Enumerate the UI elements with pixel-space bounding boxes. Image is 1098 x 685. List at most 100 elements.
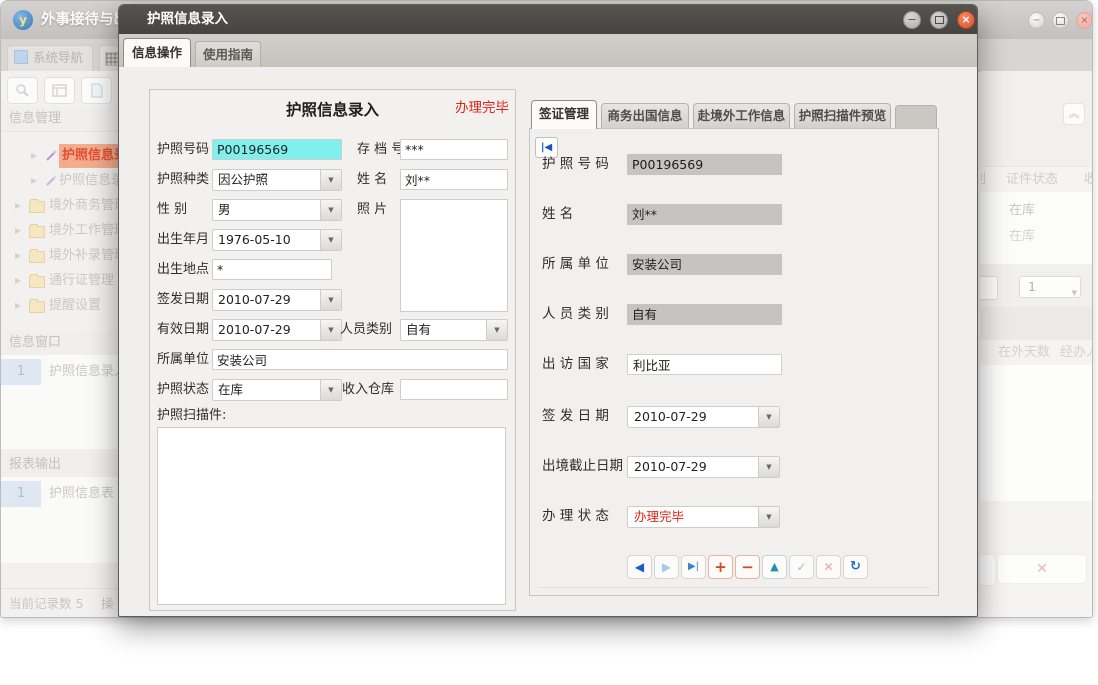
valid-date-value: 2010-07-29 [218,320,291,340]
prev-record-button[interactable]: ◀ [627,555,652,579]
tab-info-operation[interactable]: 信息操作 [123,38,191,68]
last-record-button[interactable]: ▶| [681,555,706,579]
expand-arrow-icon[interactable]: ▶ [15,269,21,293]
passport-status-select[interactable]: 在库 ▼ [212,379,342,401]
edit-wand-icon [45,150,57,162]
edit-record-button[interactable]: ▲ [762,555,787,579]
passport-no-input[interactable] [212,139,342,160]
tab-user-guide[interactable]: 使用指南 [195,41,261,68]
maximize-button[interactable] [930,11,948,29]
chevron-down-icon[interactable]: ▼ [758,507,779,527]
clear-button[interactable]: ✕ [997,554,1087,584]
tab-system-nav[interactable]: 系统导航 [7,45,93,71]
cancel-button[interactable]: ✕ [816,555,841,579]
tree-item-reminder-settings[interactable]: ▶ 提醒设置 [1,294,119,318]
gender-select[interactable]: 男 ▼ [212,199,342,221]
valid-date-label: 有效日期 [157,319,209,341]
tree-item-passport-entry[interactable]: ▶ 护照信息录入 [1,144,119,168]
expand-arrow-icon[interactable]: ▶ [15,294,21,318]
tree-item-passport-entry-2[interactable]: ▶ 护照信息录入 [1,169,119,193]
birthplace-label: 出生地点 [157,259,209,281]
dialog-tabstrip: 信息操作 使用指南 [119,34,977,68]
expand-arrow-icon[interactable]: ▶ [15,244,21,268]
close-button[interactable]: × [1076,12,1093,29]
name-label: 姓 名 [357,169,387,191]
tree-item-pass-management[interactable]: ▶ 通行证管理 [1,269,119,293]
visa-issue-date-picker[interactable]: 2010-07-29 ▼ [627,406,780,428]
issue-date-picker[interactable]: 2010-07-29 ▼ [212,289,342,311]
chevron-down-icon[interactable]: ▼ [320,200,341,220]
chevron-down-icon[interactable]: ▼ [320,380,341,400]
filter-input-partial[interactable] [980,276,998,300]
next-record-button[interactable]: ▶ [654,555,679,579]
clipped-button[interactable] [980,554,996,586]
grid2-header-row: 在外天数 经办人 [980,339,1093,367]
folder-icon [29,276,45,288]
passport-type-select[interactable]: 因公护照 ▼ [212,169,342,191]
col-days-abroad[interactable]: 在外天数 [998,340,1050,366]
tree-item-overseas-work[interactable]: ▶ 境外工作管理 [1,219,119,243]
visa-person-type-value: 自有 [627,304,782,325]
warehouse-input[interactable] [400,379,508,400]
confirm-button[interactable]: ✓ [789,555,814,579]
expand-arrow-icon[interactable]: ▶ [15,219,21,243]
add-record-button[interactable]: + [708,555,733,579]
dialog-titlebar[interactable]: 护照信息录入 − × [119,5,977,34]
birthplace-input[interactable] [212,259,332,280]
valid-date-picker[interactable]: 2010-07-29 ▼ [212,319,342,341]
process-status-select[interactable]: 办理完毕 ▼ [627,506,780,528]
page-selector[interactable]: 1 ▼ [1019,276,1081,298]
scan-label: 护照扫描件: [157,405,226,427]
search-button[interactable] [7,77,38,104]
tree-item-label: 通行证管理 [49,269,114,293]
expand-arrow-icon[interactable]: ▶ [31,144,37,168]
gender-label: 性 别 [157,199,187,221]
chevron-down-icon[interactable]: ▼ [320,170,341,190]
passport-scan-area[interactable] [157,427,506,605]
edit-wand-icon [45,175,57,187]
person-type-select[interactable]: 自有 ▼ [400,319,508,341]
birth-date-picker[interactable]: 1976-05-10 ▼ [212,229,342,251]
chevron-down-icon[interactable]: ▼ [320,230,341,250]
birth-date-label: 出生年月 [157,229,209,251]
chevron-down-icon[interactable]: ▼ [486,320,507,340]
tab-visa-management[interactable]: 签证管理 [531,100,597,129]
chevron-down-icon[interactable]: ▼ [758,457,779,477]
chevron-down-icon[interactable]: ▼ [320,290,341,310]
chevron-down-icon[interactable]: ▼ [320,320,341,340]
passport-status-value: 在库 [218,380,243,400]
exit-deadline-picker[interactable]: 2010-07-29 ▼ [627,456,780,478]
chevron-down-icon[interactable]: ▼ [758,407,779,427]
tab-stub [895,105,937,129]
maximize-button[interactable] [1052,12,1069,29]
tab-system-nav-label: 系统导航 [33,50,83,65]
close-button[interactable]: × [957,11,975,29]
visa-country-input[interactable] [627,354,782,375]
form-view-button[interactable] [44,77,75,104]
grid2-body [980,365,1093,501]
collapse-panel-button[interactable]: ︽ [1063,103,1085,125]
first-record-icon: |◀ [541,142,552,153]
refresh-button[interactable]: ↻ [843,555,868,579]
archive-no-input[interactable] [400,139,508,160]
expand-arrow-icon[interactable]: ▶ [31,169,37,193]
col-certificate-status[interactable]: 证件状态 [1006,167,1058,193]
visa-unit-value: 安装公司 [627,254,782,275]
name-input[interactable] [400,169,508,190]
info-window-row[interactable]: 1 护照信息录入 [1,359,119,385]
minimize-button[interactable]: − [903,11,921,29]
expand-arrow-icon[interactable]: ▶ [15,194,21,218]
tree-item-overseas-business[interactable]: ▶ 境外商务管理 [1,194,119,218]
exit-deadline-label: 出境截止日期 [542,456,623,477]
tab-business-abroad[interactable]: 商务出国信息 [601,103,689,129]
col-handler[interactable]: 经办人 [1060,340,1093,366]
report-row[interactable]: 1 护照信息表 [1,481,119,507]
tree-item-overseas-supplement[interactable]: ▶ 境外补录管理 [1,244,119,268]
tab-scan-preview[interactable]: 护照扫描件预览 [794,103,891,129]
unit-input[interactable] [212,349,508,370]
minimize-button[interactable]: − [1028,12,1045,29]
document-button[interactable] [81,77,112,104]
tab-overseas-work[interactable]: 赴境外工作信息 [693,103,790,129]
delete-record-button[interactable]: − [735,555,760,579]
photo-box[interactable] [400,199,508,312]
